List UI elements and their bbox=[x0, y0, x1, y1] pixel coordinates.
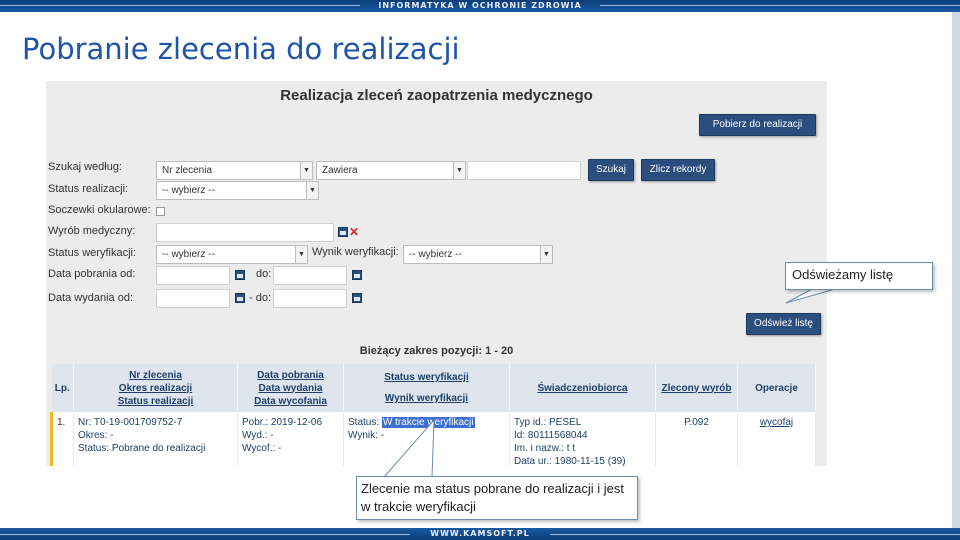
footer-url: WWW.KAMSOFT.PL bbox=[430, 529, 530, 538]
bottom-banner: WWW.KAMSOFT.PL bbox=[0, 528, 960, 540]
status-callout: Zlecenie ma status pobrane do realizacji… bbox=[356, 476, 638, 520]
refresh-callout-pointer bbox=[785, 288, 836, 304]
refresh-callout: Odświeżamy listę bbox=[785, 262, 933, 290]
status-callout-pointer bbox=[382, 418, 435, 478]
